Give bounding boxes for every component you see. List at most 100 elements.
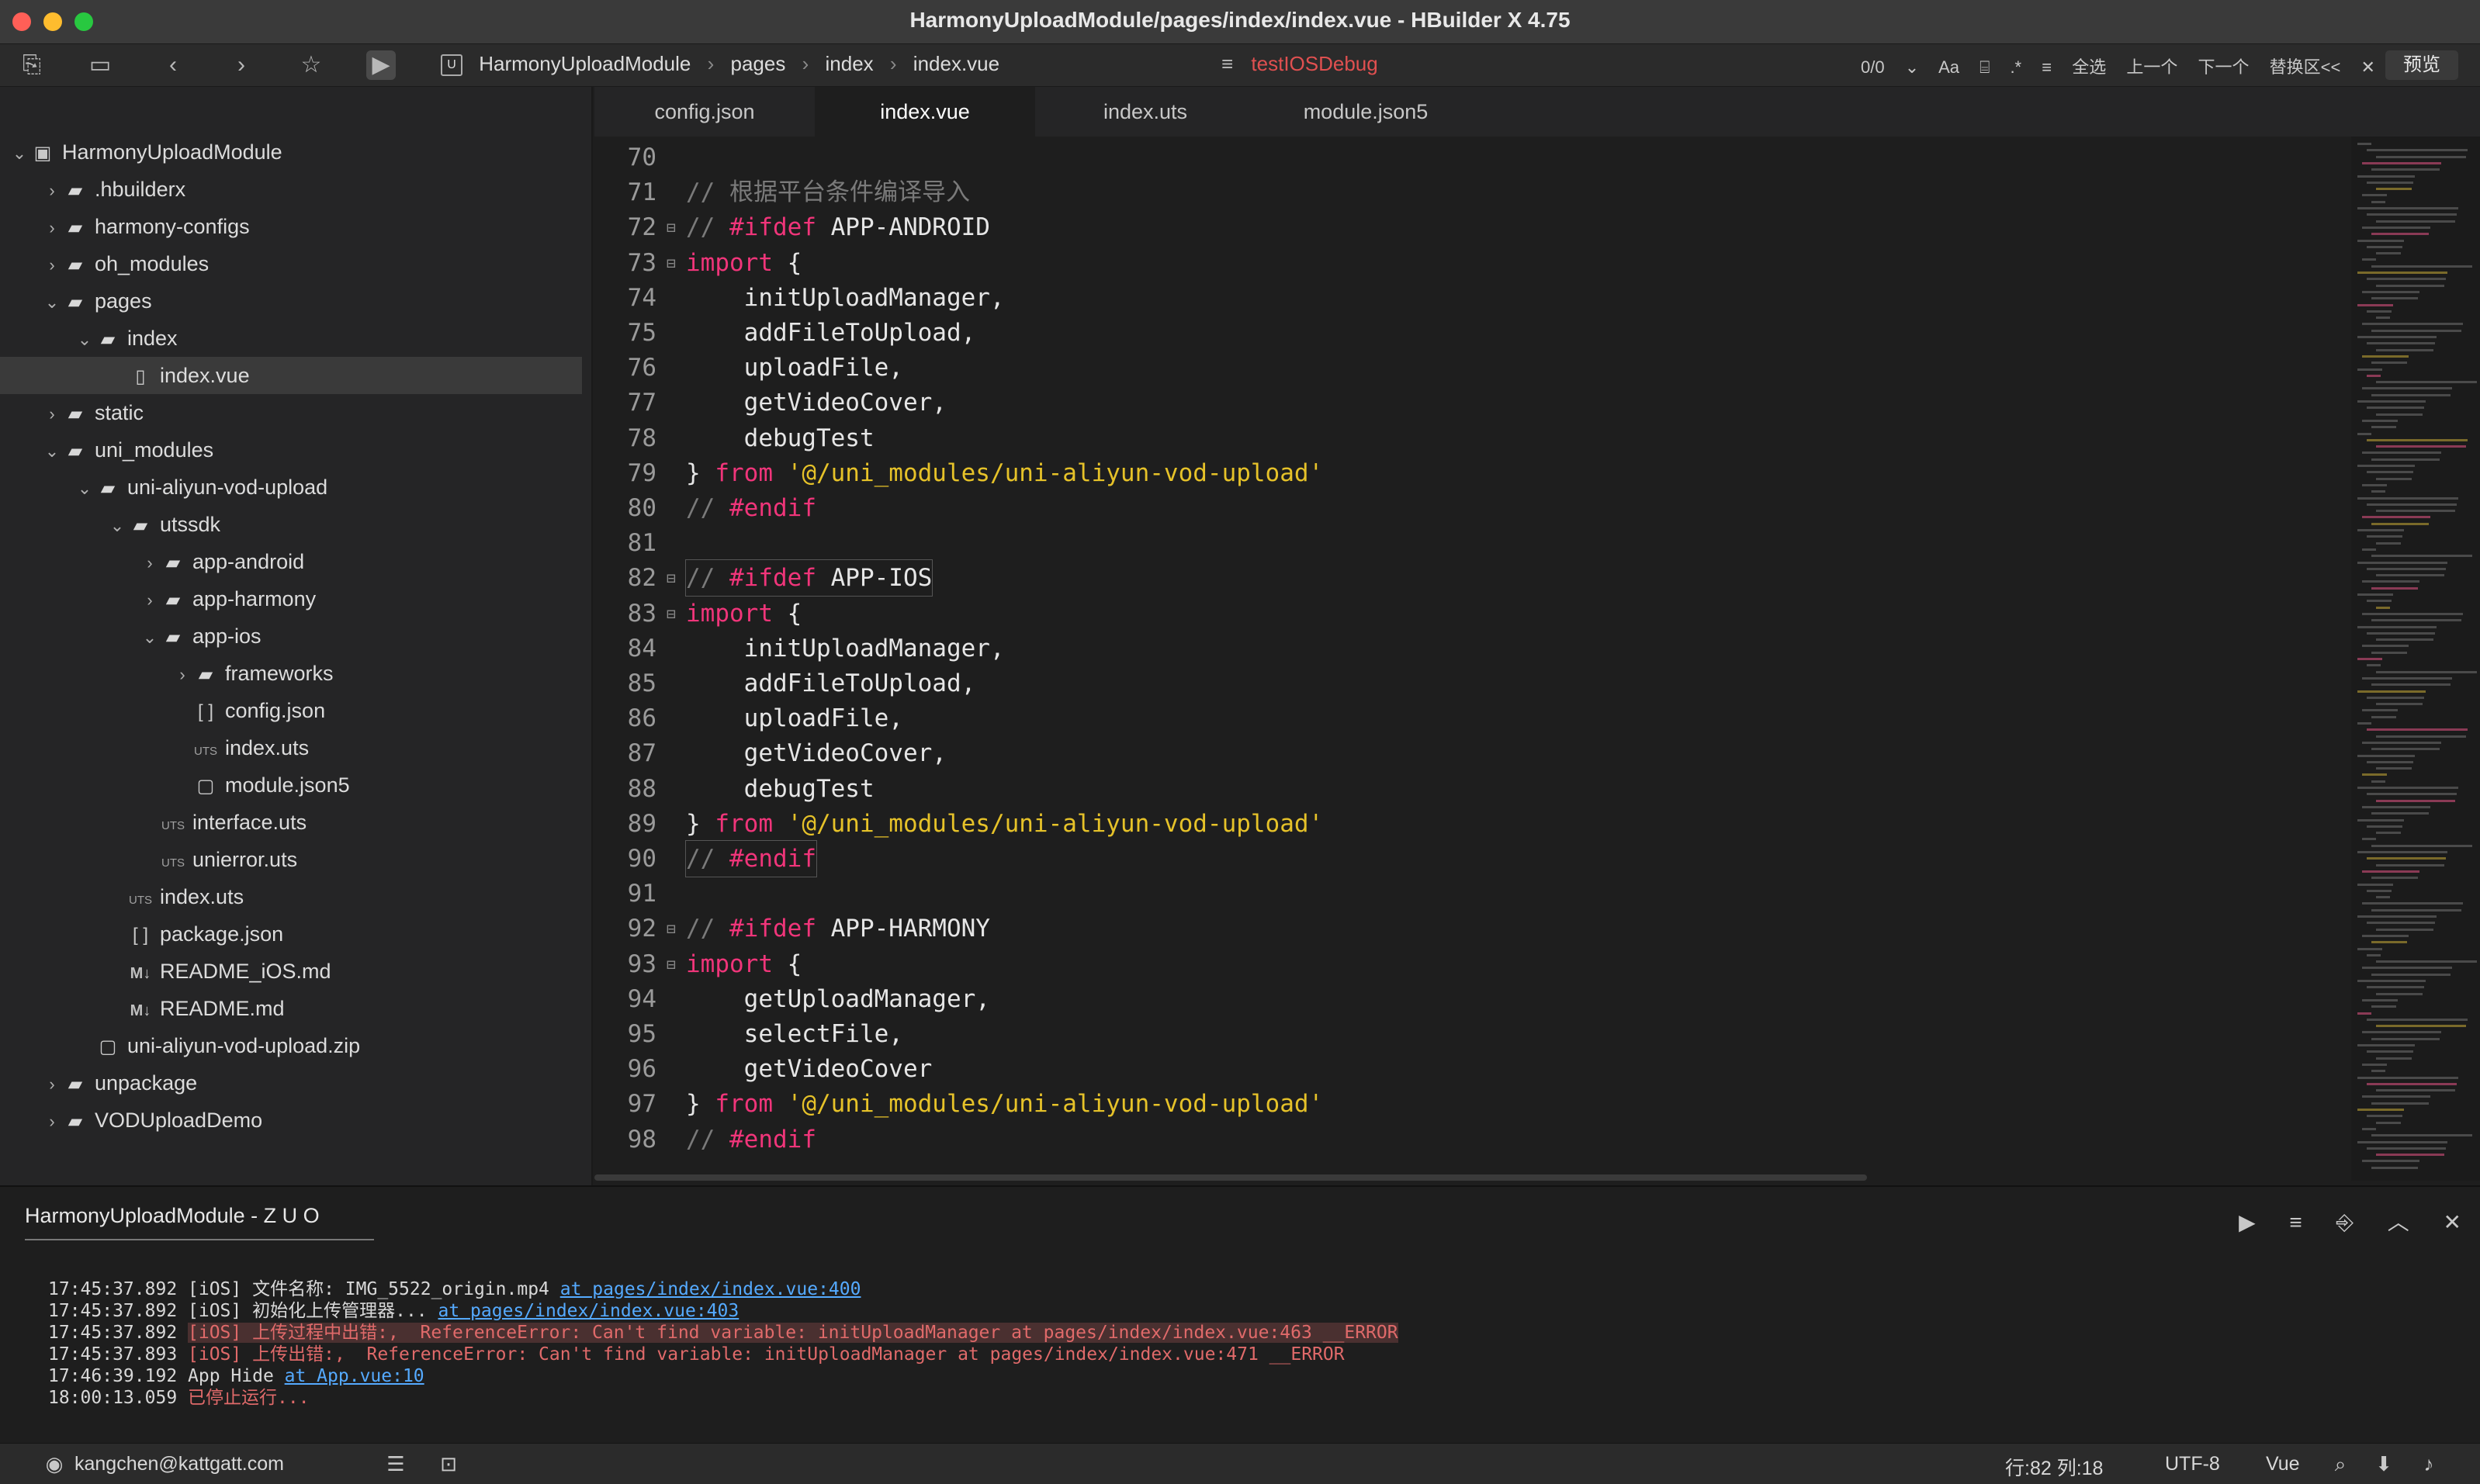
chevron-right-icon[interactable]: › bbox=[40, 172, 64, 209]
match-case-icon[interactable]: Aa bbox=[1938, 57, 1959, 77]
list-icon[interactable]: ☰ bbox=[383, 1451, 408, 1476]
code-line[interactable]: 82 ⊟// #ifdef APP-IOS bbox=[594, 559, 2340, 597]
code-line[interactable]: 84 initUploadManager, bbox=[594, 631, 2340, 666]
cursor-position[interactable]: 行:82 列:18 bbox=[2005, 1453, 2103, 1481]
fold-toggle-icon[interactable]: ⊟ bbox=[663, 560, 680, 596]
tree-item[interactable]: ▢ uni-aliyun-vod-upload.zip bbox=[0, 1027, 582, 1064]
tree-item[interactable]: ▢ module.json5 bbox=[0, 766, 582, 804]
terminal-icon[interactable]: ⎆ bbox=[2336, 1210, 2354, 1234]
tree-item[interactable]: M↓ README.md bbox=[0, 990, 582, 1027]
tree-item[interactable]: › ▰ VODUploadDemo bbox=[0, 1102, 582, 1139]
tree-item[interactable]: UTS index.uts bbox=[0, 729, 582, 766]
chevron-down-icon[interactable]: ⌄ bbox=[73, 321, 96, 358]
language-mode[interactable]: Vue bbox=[2266, 1453, 2300, 1475]
chevron-down-icon[interactable]: ⌄ bbox=[40, 284, 64, 321]
tab-module-json5[interactable]: module.json5 bbox=[1256, 87, 1476, 137]
minimap[interactable] bbox=[2351, 137, 2480, 1181]
code-line[interactable]: 93 ⊟ import { bbox=[594, 946, 2340, 982]
code-editor[interactable]: 70 71// 根据平台条件编译导入 72 ⊟// #ifdef APP-ANDROI… bbox=[594, 137, 2350, 1181]
code-line[interactable]: 73 ⊟ import { bbox=[594, 245, 2340, 281]
chevron-right-icon[interactable]: › bbox=[40, 1103, 64, 1140]
tree-item[interactable]: ⌄ ▰ app-ios bbox=[0, 617, 582, 655]
tab-index-vue[interactable]: index.vue bbox=[815, 87, 1035, 137]
tree-item[interactable]: ⌄ ▰ uni-aliyun-vod-upload bbox=[0, 469, 582, 506]
tree-item[interactable]: [ ] package.json bbox=[0, 915, 582, 953]
code-line[interactable]: 92 ⊟// #ifdef APP-HARMONY bbox=[594, 911, 2340, 946]
bell-icon[interactable]: ♪ bbox=[2416, 1451, 2441, 1476]
log-source-link[interactable]: at pages/index/index.vue:403 bbox=[438, 1301, 739, 1321]
code-line[interactable]: 91 bbox=[594, 876, 2340, 912]
back-icon[interactable]: ‹ bbox=[158, 50, 188, 80]
code-line[interactable]: 74 initUploadManager, bbox=[594, 280, 2340, 316]
tree-item[interactable]: ⌄ ▣ HarmonyUploadModule bbox=[0, 133, 582, 171]
code-line[interactable]: 78 debugTest bbox=[594, 420, 2340, 456]
code-line[interactable]: 86 uploadFile, bbox=[594, 700, 2340, 736]
fold-toggle-icon[interactable]: ⊟ bbox=[663, 209, 680, 245]
fold-toggle-icon[interactable]: ⊟ bbox=[663, 245, 680, 281]
new-file-icon[interactable]: ⎘ bbox=[17, 50, 47, 80]
tree-item[interactable]: ⌄ ▰ pages bbox=[0, 282, 582, 320]
breadcrumb-item[interactable]: HarmonyUploadModule bbox=[479, 52, 691, 75]
replace-toggle-button[interactable]: 替换区<< bbox=[2270, 57, 2341, 77]
tree-item[interactable]: ▯ index.vue bbox=[0, 357, 582, 394]
code-line[interactable]: 80 // #endif bbox=[594, 490, 2340, 526]
code-line[interactable]: 75 addFileToUpload, bbox=[594, 315, 2340, 351]
chevron-right-icon[interactable]: › bbox=[138, 545, 161, 582]
code-line[interactable]: 72 ⊟// #ifdef APP-ANDROID bbox=[594, 209, 2340, 245]
save-icon[interactable]: ▭ bbox=[85, 50, 115, 80]
fold-toggle-icon[interactable]: ⊟ bbox=[663, 596, 680, 631]
code-line[interactable]: 95 selectFile, bbox=[594, 1016, 2340, 1052]
breadcrumb-item[interactable]: pages bbox=[731, 52, 786, 75]
forward-icon[interactable]: › bbox=[227, 50, 256, 80]
clear-console-icon[interactable]: ✕ bbox=[2444, 1210, 2461, 1234]
run-config-selector[interactable]: ≡ testIOSDebug bbox=[1221, 52, 1378, 76]
search-icon[interactable]: ⌕ bbox=[2328, 1451, 2353, 1476]
code-line[interactable]: 90 // #endif bbox=[594, 840, 2340, 877]
code-line[interactable]: 98 // #endif bbox=[594, 1122, 2340, 1157]
breadcrumb-item[interactable]: index bbox=[826, 52, 874, 75]
code-line[interactable]: 97} from '@/uni_modules/uni-aliyun-vod-u… bbox=[594, 1086, 2340, 1122]
code-line[interactable]: 76 uploadFile, bbox=[594, 350, 2340, 386]
find-next-button[interactable]: 下一个 bbox=[2198, 57, 2250, 77]
code-line[interactable]: 89} from '@/uni_modules/uni-aliyun-vod-u… bbox=[594, 806, 2340, 842]
code-line[interactable]: 85 addFileToUpload, bbox=[594, 666, 2340, 701]
chevron-right-icon[interactable]: › bbox=[40, 209, 64, 247]
tab-index-uts[interactable]: index.uts bbox=[1035, 87, 1256, 137]
tree-item[interactable]: › ▰ .hbuilderx bbox=[0, 171, 582, 208]
chevron-down-icon[interactable]: ⌄ bbox=[1905, 57, 1919, 77]
code-line[interactable]: 81 bbox=[594, 525, 2340, 561]
tree-item[interactable]: › ▰ frameworks bbox=[0, 655, 582, 692]
filter-icon[interactable]: ≡ bbox=[2289, 1210, 2302, 1234]
run-icon[interactable]: ▶ bbox=[366, 50, 396, 80]
code-line[interactable]: 77 getVideoCover, bbox=[594, 385, 2340, 420]
tree-item[interactable]: › ▰ app-harmony bbox=[0, 580, 582, 617]
tree-item[interactable]: › ▰ oh_modules bbox=[0, 245, 582, 282]
code-line[interactable]: 71 // 根据平台条件编译导入 bbox=[594, 175, 2340, 210]
chevron-down-icon[interactable]: ⌄ bbox=[138, 619, 161, 656]
terminal-icon[interactable]: ⊡ bbox=[436, 1451, 461, 1476]
chevron-right-icon[interactable]: › bbox=[40, 1066, 64, 1103]
code-line[interactable]: 94 getUploadManager, bbox=[594, 981, 2340, 1017]
whole-word-icon[interactable]: ⌸ bbox=[1979, 57, 1990, 77]
select-all-button[interactable]: 全选 bbox=[2072, 57, 2106, 77]
tree-item[interactable]: [ ] config.json bbox=[0, 692, 582, 729]
code-line[interactable]: 70 bbox=[594, 140, 2340, 175]
tree-item[interactable]: M↓ README_iOS.md bbox=[0, 953, 582, 990]
regex-icon[interactable]: .* bbox=[2010, 57, 2021, 77]
tree-item[interactable]: ⌄ ▰ index bbox=[0, 320, 582, 357]
download-icon[interactable]: ⬇ bbox=[2371, 1451, 2396, 1476]
chevron-down-icon[interactable]: ⌄ bbox=[106, 507, 129, 545]
horizontal-scrollbar[interactable] bbox=[594, 1174, 1867, 1181]
chevron-right-icon[interactable]: › bbox=[40, 247, 64, 284]
breadcrumb-item[interactable]: index.vue bbox=[913, 52, 999, 75]
file-encoding[interactable]: UTF-8 bbox=[2165, 1453, 2220, 1475]
tree-item[interactable]: ⌄ ▰ uni_modules bbox=[0, 431, 582, 469]
chevron-down-icon[interactable]: ⌄ bbox=[73, 470, 96, 507]
log-source-link[interactable]: at App.vue:10 bbox=[285, 1366, 424, 1386]
tree-item[interactable]: UTS unierror.uts bbox=[0, 841, 582, 878]
code-line[interactable]: 87 getVideoCover, bbox=[594, 735, 2340, 771]
log-source-link[interactable]: at pages/index/index.vue:400 bbox=[560, 1279, 861, 1299]
code-line[interactable]: 96 getVideoCover bbox=[594, 1051, 2340, 1087]
chevron-down-icon[interactable]: ⌄ bbox=[8, 135, 31, 172]
chevron-down-icon[interactable]: ⌄ bbox=[40, 433, 64, 470]
